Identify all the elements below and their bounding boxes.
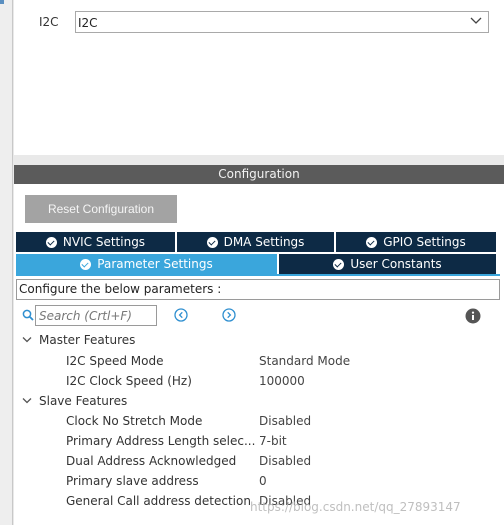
i2c-mode-label: I2C: [39, 15, 59, 29]
group-slave-features[interactable]: Slave Features: [39, 394, 127, 408]
tab-label: User Constants: [350, 257, 442, 271]
tab-label: DMA Settings: [223, 235, 305, 249]
param-name: Dual Address Acknowledged: [66, 454, 237, 468]
param-name: Primary Address Length selec...: [66, 434, 256, 448]
previous-result-icon[interactable]: [174, 308, 188, 322]
tab-label: Parameter Settings: [97, 257, 213, 271]
tab-nvic-settings[interactable]: NVIC Settings: [16, 232, 175, 252]
param-value[interactable]: 0: [259, 474, 267, 488]
search-icon: [22, 309, 34, 321]
active-tab-underline: [16, 274, 500, 276]
mode-panel: I2C I2C: [14, 0, 504, 155]
edge-marker: [0, 0, 4, 4]
tab-dma-settings[interactable]: DMA Settings: [177, 232, 334, 252]
check-circle-icon: [45, 236, 57, 248]
watermark-text: https://blog.csdn.net/qq_27893147: [250, 500, 461, 514]
chevron-down-icon[interactable]: [22, 336, 32, 344]
next-result-icon[interactable]: [222, 308, 236, 322]
check-circle-icon: [80, 258, 92, 270]
param-name: Clock No Stretch Mode: [66, 414, 203, 428]
tab-gpio-settings[interactable]: GPIO Settings: [336, 232, 496, 252]
param-name: I2C Speed Mode: [66, 354, 164, 368]
chevron-down-icon[interactable]: [22, 397, 32, 405]
param-value[interactable]: Standard Mode: [259, 354, 350, 368]
param-value[interactable]: 7-bit: [259, 434, 287, 448]
tab-label: NVIC Settings: [62, 235, 146, 249]
tab-parameter-settings[interactable]: Parameter Settings: [16, 254, 277, 274]
check-circle-icon: [366, 236, 378, 248]
group-master-features[interactable]: Master Features: [39, 333, 135, 347]
tab-label: GPIO Settings: [383, 235, 466, 249]
left-edge-strip: [0, 0, 13, 525]
chevron-down-icon: [470, 17, 482, 24]
configuration-body: Reset Configuration NVIC Settings DMA Se…: [14, 184, 504, 525]
i2c-mode-selected-value: I2C: [78, 16, 98, 30]
param-name: I2C Clock Speed (Hz): [66, 374, 192, 388]
info-icon[interactable]: [465, 308, 481, 324]
param-value[interactable]: 100000: [259, 374, 305, 388]
i2c-mode-select[interactable]: I2C: [75, 11, 489, 33]
param-value[interactable]: Disabled: [259, 414, 311, 428]
configure-info-bar: Configure the below parameters :: [16, 279, 500, 300]
param-value[interactable]: Disabled: [259, 454, 311, 468]
check-circle-icon: [333, 258, 345, 270]
configuration-header: Configuration: [14, 165, 504, 184]
search-input[interactable]: Search (Crtl+F): [35, 305, 157, 326]
reset-configuration-button[interactable]: Reset Configuration: [25, 195, 177, 223]
param-name: Primary slave address: [66, 474, 199, 488]
check-circle-icon: [206, 236, 218, 248]
tab-user-constants[interactable]: User Constants: [279, 254, 496, 274]
param-name: General Call address detection: [66, 494, 251, 508]
